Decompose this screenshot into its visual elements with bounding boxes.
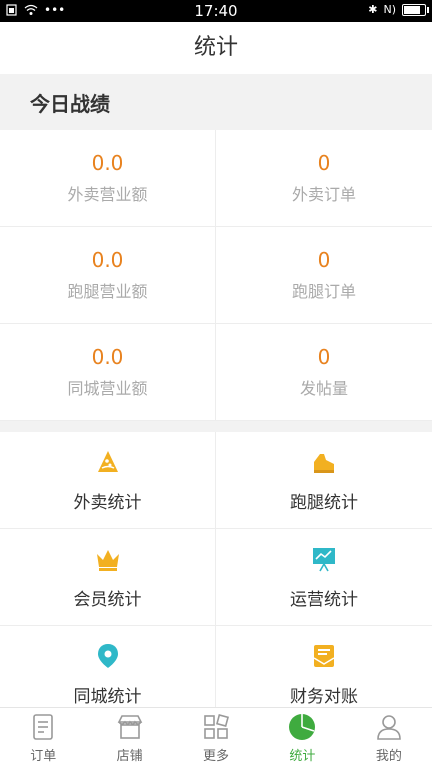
page-title: 统计 [193,35,238,60]
tab-label: 订单 [30,749,57,764]
stat-errand-revenue: 0.0 跑腿营业额 [0,227,216,324]
stat-posts: 0 发帖量 [216,324,432,421]
user-icon [377,715,401,740]
operation-stats-button[interactable]: 运营统计 [216,529,432,626]
tool-label: 外卖统计 [73,492,142,513]
presentation-icon [313,547,335,571]
pizza-icon [97,450,118,472]
stat-errand-orders: 0 跑腿订单 [216,227,432,324]
stat-value: 0.0 [91,151,124,175]
tool-label: 财务对账 [290,686,358,707]
stat-city-revenue: 0.0 同城营业额 [0,324,216,421]
tab-store[interactable]: 店铺 [86,708,172,768]
tab-label: 店铺 [116,749,143,764]
location-pin-icon [97,643,118,668]
pie-chart-icon [289,714,316,740]
stats-tools-grid: 外卖统计 跑腿统计 会员统计 运营统计 同城统计 财务对账 [0,432,432,708]
stat-value: 0 [317,151,331,175]
bottom-tab-bar: 订单 店铺 更多 统计 我的 [0,707,432,768]
nav-bar: 统计 [0,22,432,74]
battery-icon [402,3,429,16]
stat-value: 0.0 [91,248,124,272]
tab-orders[interactable]: 订单 [0,708,86,768]
status-right: ✱ N) [368,3,429,16]
stat-label: 同城营业额 [67,379,148,398]
stat-label: 外卖营业额 [67,185,148,204]
status-time: 17:40 [194,2,238,20]
stat-value: 0 [317,345,331,369]
stat-value: 0.0 [91,345,124,369]
grid-icon [204,714,230,739]
status-bar: ••• 17:40 ✱ N) [0,0,432,22]
tool-label: 跑腿统计 [290,492,358,513]
tab-more[interactable]: 更多 [173,708,259,768]
today-section-header: 今日战绩 [0,74,432,130]
section-title: 今日战绩 [30,92,110,116]
tab-profile[interactable]: 我的 [346,708,432,768]
today-stats-grid: 0.0 外卖营业额 0 外卖订单 0.0 跑腿营业额 0 跑腿订单 0.0 同城… [0,130,432,421]
bluetooth-icon: ✱ [368,3,378,16]
order-icon [33,714,54,740]
stat-waimai-revenue: 0.0 外卖营业额 [0,130,216,227]
tool-label: 同城统计 [73,686,142,707]
tab-label: 统计 [289,749,316,764]
city-stats-button[interactable]: 同城统计 [0,626,216,708]
waimai-stats-button[interactable]: 外卖统计 [0,432,216,529]
finance-reconcile-button[interactable]: 财务对账 [216,626,432,708]
store-icon [117,715,142,739]
tab-label: 更多 [203,749,230,764]
stat-value: 0 [317,248,331,272]
tool-label: 会员统计 [73,589,142,610]
tab-statistics[interactable]: 统计 [259,708,345,768]
stat-label: 跑腿订单 [291,282,356,301]
member-stats-button[interactable]: 会员统计 [0,529,216,626]
errand-stats-button[interactable]: 跑腿统计 [216,432,432,529]
tab-label: 我的 [375,749,402,764]
mail-icon [313,644,335,667]
tool-label: 运营统计 [290,589,358,610]
stat-label: 发帖量 [299,379,348,398]
stat-label: 跑腿营业额 [67,282,148,301]
stat-waimai-orders: 0 外卖订单 [216,130,432,227]
crown-icon [96,549,119,571]
nfc-icon: N) [383,3,396,16]
shoe-icon [314,453,334,473]
stat-label: 外卖订单 [291,185,356,204]
